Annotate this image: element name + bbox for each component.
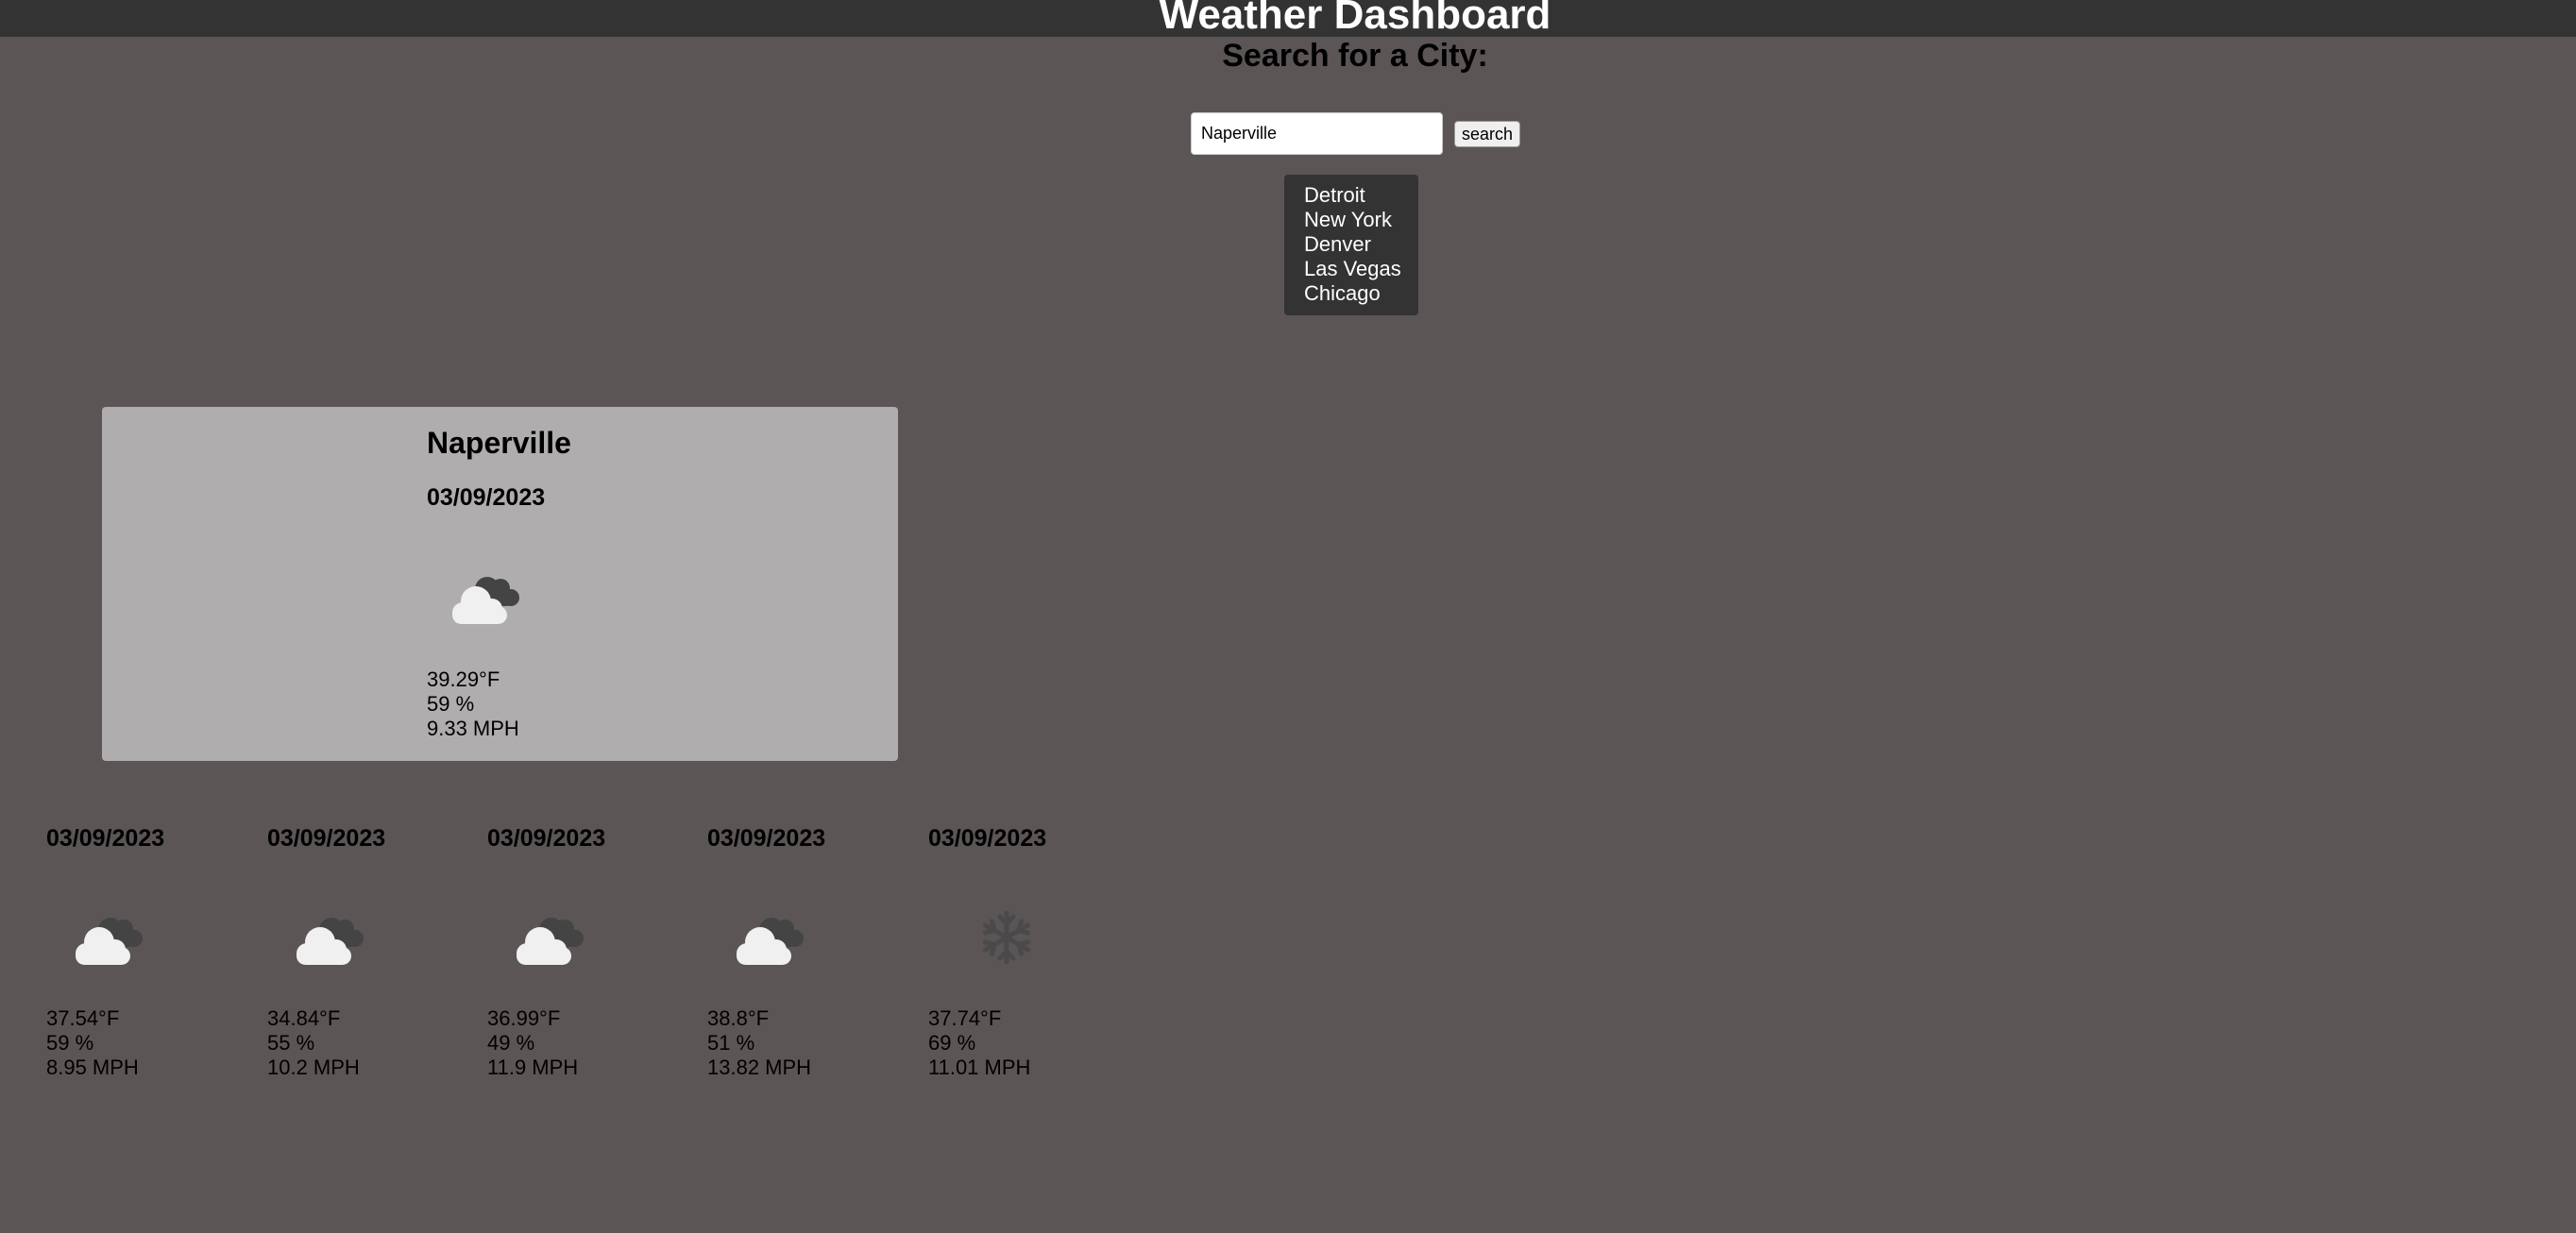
forecast-date: 03/09/2023	[928, 825, 1047, 852]
forecast-humidity: 51 %	[707, 1031, 755, 1055]
forecast-stats: 38.8°F 51 % 13.82 MPH	[707, 1006, 811, 1080]
forecast-day-1: 03/09/2023 37.54°F 59 % 8.95 MPH	[46, 824, 254, 1089]
search-heading: Search for a City:	[1222, 38, 1488, 74]
current-temperature: 39.29°F	[427, 667, 500, 691]
history-item-new-york[interactable]: New York	[1304, 208, 1418, 232]
forecast-temperature: 34.84°F	[267, 1006, 341, 1030]
forecast-day-3: 03/09/2023 36.99°F 49 % 11.9 MPH	[487, 824, 695, 1089]
forecast-temperature: 37.54°F	[46, 1006, 120, 1030]
search-button[interactable]: search	[1454, 121, 1520, 147]
forecast-date: 03/09/2023	[46, 825, 165, 852]
current-date: 03/09/2023	[427, 484, 546, 511]
forecast-temperature: 36.99°F	[487, 1006, 561, 1030]
forecast-temperature: 38.8°F	[707, 1006, 770, 1030]
forecast-day-4: 03/09/2023 38.8°F 51 % 13.82 MPH	[707, 824, 915, 1089]
forecast-stats: 37.54°F 59 % 8.95 MPH	[46, 1006, 139, 1080]
broken-clouds-icon	[504, 904, 599, 971]
history-item-las-vegas[interactable]: Las Vegas	[1304, 257, 1418, 281]
broken-clouds-icon	[63, 904, 158, 971]
forecast-wind: 8.95 MPH	[46, 1056, 139, 1079]
forecast-stats: 37.74°F 69 % 11.01 MPH	[928, 1006, 1030, 1080]
broken-clouds-icon	[440, 564, 534, 630]
current-humidity: 59 %	[427, 692, 475, 716]
forecast-wind: 11.9 MPH	[487, 1056, 579, 1079]
history-item-detroit[interactable]: Detroit	[1304, 183, 1418, 208]
broken-clouds-icon	[724, 904, 819, 971]
forecast-date: 03/09/2023	[487, 825, 606, 852]
forecast-humidity: 69 %	[928, 1031, 976, 1055]
forecast-day-2: 03/09/2023 34.84°F 55 % 10.2 MPH	[267, 824, 475, 1089]
city-search-input[interactable]	[1191, 112, 1443, 155]
forecast-day-5: 03/09/2023 37.74°F 69 % 11.01 MPH	[928, 824, 1136, 1089]
forecast-wind: 10.2 MPH	[267, 1056, 360, 1079]
forecast-date: 03/09/2023	[707, 825, 826, 852]
forecast-wind: 11.01 MPH	[928, 1056, 1031, 1079]
forecast-humidity: 59 %	[46, 1031, 94, 1055]
search-history-list: Detroit New York Denver Las Vegas Chicag…	[1284, 175, 1418, 315]
forecast-humidity: 55 %	[267, 1031, 315, 1055]
forecast-temperature: 37.74°F	[928, 1006, 1002, 1030]
history-item-chicago[interactable]: Chicago	[1304, 281, 1418, 306]
app-title: Weather Dashboard	[1159, 0, 1551, 38]
snow-icon	[945, 904, 1040, 971]
current-stats: 39.29°F 59 % 9.33 MPH	[427, 667, 519, 741]
forecast-stats: 34.84°F 55 % 10.2 MPH	[267, 1006, 360, 1080]
current-weather-card: Naperville 03/09/2023 39.29°F 59 % 9.33 …	[102, 407, 898, 761]
current-wind: 9.33 MPH	[427, 717, 519, 740]
broken-clouds-icon	[284, 904, 379, 971]
forecast-wind: 13.82 MPH	[707, 1056, 812, 1079]
forecast-stats: 36.99°F 49 % 11.9 MPH	[487, 1006, 578, 1080]
current-city-name: Naperville	[427, 426, 571, 460]
forecast-date: 03/09/2023	[267, 825, 386, 852]
history-item-denver[interactable]: Denver	[1304, 232, 1418, 257]
forecast-humidity: 49 %	[487, 1031, 535, 1055]
